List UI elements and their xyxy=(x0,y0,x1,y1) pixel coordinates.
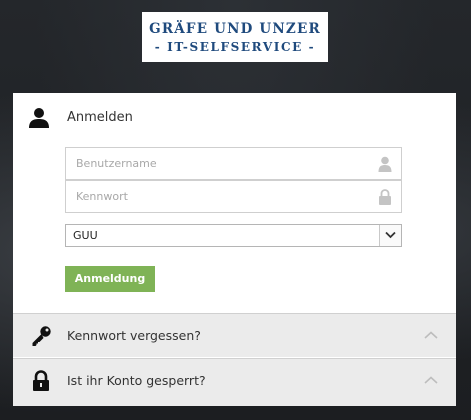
chevron-up-icon xyxy=(424,331,438,339)
account-locked-label: Ist ihr Konto gesperrt? xyxy=(67,373,206,388)
padlock-icon xyxy=(33,370,49,391)
forgot-password-label: Kennwort vergessen? xyxy=(67,328,201,343)
login-button[interactable]: Anmeldung xyxy=(65,266,155,292)
person-icon xyxy=(378,156,392,172)
password-input[interactable] xyxy=(76,181,366,212)
login-header: Anmelden xyxy=(13,93,456,145)
logo-line-1: GRÄFE UND UNZER xyxy=(149,21,321,37)
logo-line-2: - IT-SELFSERVICE - xyxy=(154,40,316,54)
login-title: Anmelden xyxy=(67,110,133,125)
account-locked-accordion[interactable]: Ist ihr Konto gesperrt? xyxy=(13,358,456,406)
forgot-password-accordion[interactable]: Kennwort vergessen? xyxy=(13,313,456,357)
key-icon xyxy=(32,326,51,346)
domain-select-toggle[interactable] xyxy=(379,225,401,246)
username-field[interactable] xyxy=(65,147,402,180)
lock-icon xyxy=(379,189,391,205)
domain-select[interactable]: GUU xyxy=(65,224,402,247)
login-panel: Anmelden GUU Anmeldung Kennwort vergess xyxy=(13,93,456,406)
user-icon xyxy=(29,108,49,128)
chevron-down-icon xyxy=(385,231,396,239)
username-input[interactable] xyxy=(76,148,366,179)
chevron-up-icon xyxy=(424,376,438,384)
password-field[interactable] xyxy=(65,180,402,213)
domain-select-value: GUU xyxy=(73,229,98,242)
logo: GRÄFE UND UNZER - IT-SELFSERVICE - xyxy=(142,12,328,62)
